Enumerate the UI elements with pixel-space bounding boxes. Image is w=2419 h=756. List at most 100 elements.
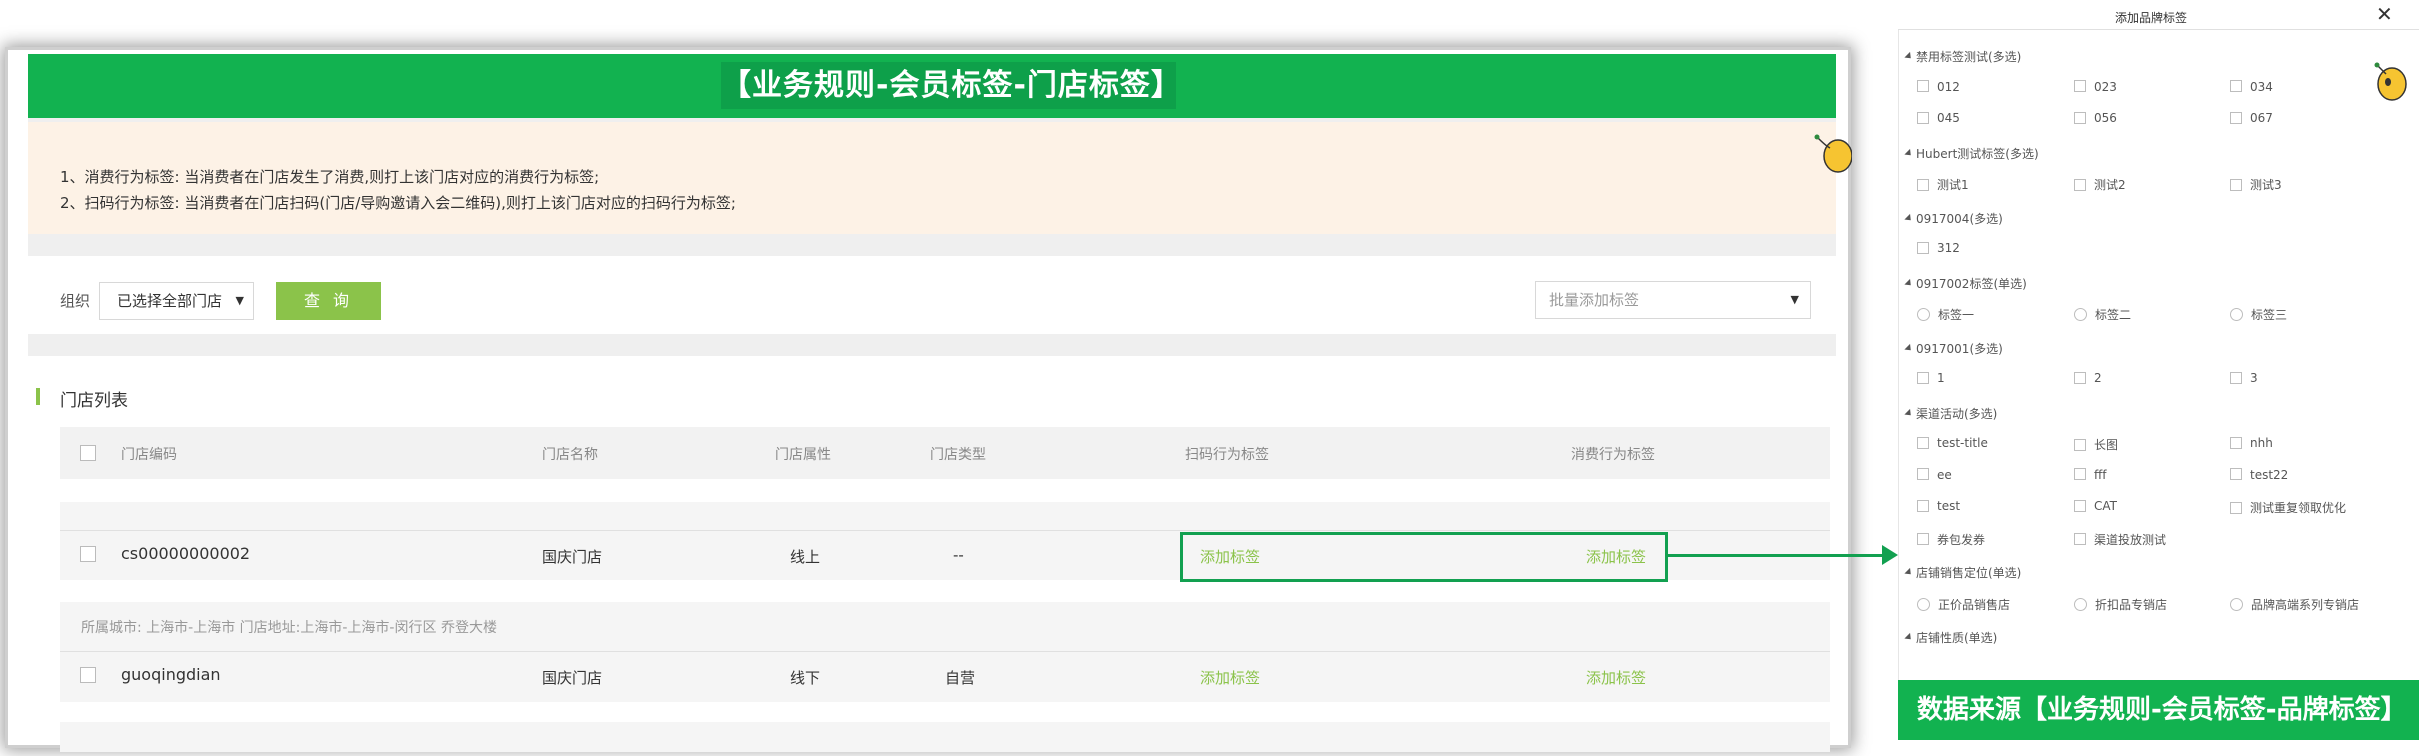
- tag-checkbox-option[interactable]: test22: [2230, 468, 2288, 482]
- tag-checkbox-option[interactable]: 023: [2074, 80, 2117, 94]
- tag-radio-option[interactable]: 标签二: [2074, 306, 2131, 323]
- tag-option-label: 034: [2250, 79, 2273, 94]
- col-consume-tag: 消费行为标签: [1571, 447, 1655, 463]
- arrow-connector: [1668, 554, 1888, 557]
- caret-down-icon: ▼: [1790, 293, 1799, 306]
- col-store-attr: 门店属性: [775, 447, 831, 463]
- tag-checkbox-option[interactable]: nhh: [2230, 436, 2273, 450]
- tag-radio-option[interactable]: 折扣品专销店: [2074, 596, 2167, 613]
- row-checkbox[interactable]: [80, 667, 96, 683]
- tag-checkbox-option[interactable]: 2: [2074, 371, 2102, 385]
- checkbox-icon[interactable]: [1917, 468, 1929, 480]
- checkbox-icon[interactable]: [2074, 371, 2086, 384]
- tag-group-label: 渠道活动(多选): [1904, 405, 1997, 422]
- select-all-checkbox[interactable]: [80, 445, 96, 461]
- add-consume-tag-link[interactable]: 添加标签: [1586, 667, 1646, 688]
- checkbox-icon[interactable]: [2230, 80, 2242, 92]
- tag-group-label: 禁用标签测试(多选): [1904, 48, 2022, 65]
- radio-icon[interactable]: [2074, 308, 2087, 321]
- tag-group-label: 店铺销售定位(单选): [1904, 564, 2021, 581]
- checkbox-icon[interactable]: [2074, 111, 2086, 124]
- checkbox-icon[interactable]: [2074, 533, 2086, 545]
- radio-icon[interactable]: [2230, 597, 2243, 611]
- tag-checkbox-option[interactable]: fff: [2074, 468, 2107, 482]
- checkbox-icon[interactable]: [2230, 501, 2242, 514]
- checkbox-icon[interactable]: [1917, 436, 1929, 449]
- tag-checkbox-option[interactable]: 056: [2074, 111, 2117, 125]
- title-banner: 【业务规则-会员标签-门店标签】: [28, 54, 1836, 118]
- checkbox-icon[interactable]: [1917, 499, 1929, 512]
- col-store-name: 门店名称: [542, 447, 598, 463]
- batch-add-tag-placeholder: 批量添加标签: [1549, 291, 1640, 309]
- checkbox-icon[interactable]: [1917, 80, 1929, 92]
- tag-checkbox-option[interactable]: 测试1: [1917, 176, 1969, 193]
- tag-checkbox-option[interactable]: 长图: [2074, 436, 2118, 453]
- row-checkbox[interactable]: [80, 546, 96, 562]
- checkbox-icon[interactable]: [1917, 241, 1929, 254]
- radio-icon[interactable]: [1917, 597, 1930, 611]
- checkbox-icon[interactable]: [2230, 111, 2242, 124]
- tag-checkbox-option[interactable]: 券包发券: [1917, 531, 1985, 548]
- checkbox-icon[interactable]: [2074, 468, 2086, 480]
- store-attr: 线上: [790, 548, 821, 566]
- tag-option-label: 1: [1937, 371, 1945, 385]
- tag-checkbox-option[interactable]: test-title: [1917, 436, 1988, 450]
- batch-add-tag-select[interactable]: 批量添加标签 ▼: [1535, 281, 1811, 319]
- tag-option-label: test-title: [1937, 436, 1988, 450]
- tag-option-label: 测试重复领取优化: [2250, 501, 2347, 515]
- store-list-title: 门店列表: [60, 391, 128, 411]
- checkbox-icon[interactable]: [1917, 178, 1929, 191]
- org-select[interactable]: 已选择全部门店 ▼: [99, 282, 254, 320]
- radio-icon[interactable]: [2230, 308, 2243, 321]
- tag-group-name: Hubert测试标签(多选): [1916, 146, 2039, 161]
- radio-icon[interactable]: [1917, 308, 1930, 321]
- tag-checkbox-option[interactable]: 312: [1917, 241, 1960, 255]
- tag-radio-option[interactable]: 正价品销售店: [1917, 596, 2010, 613]
- store-type: --: [953, 546, 964, 564]
- close-icon[interactable]: ✕: [2376, 2, 2393, 26]
- bee-mascot-icon: [2374, 62, 2407, 101]
- checkbox-icon[interactable]: [2230, 178, 2242, 191]
- tag-option-label: 056: [2094, 111, 2117, 125]
- checkbox-icon[interactable]: [1917, 533, 1929, 545]
- store-type: 自营: [945, 669, 976, 687]
- checkbox-icon[interactable]: [2074, 499, 2086, 512]
- tag-checkbox-option[interactable]: CAT: [2074, 499, 2117, 513]
- tag-checkbox-option[interactable]: 1: [1917, 371, 1945, 385]
- expand-triangle-icon: [1904, 148, 1914, 158]
- tag-radio-option[interactable]: 标签一: [1917, 306, 1974, 323]
- tag-checkbox-option[interactable]: 测试重复领取优化: [2230, 499, 2346, 516]
- tag-checkbox-option[interactable]: 034: [2230, 80, 2273, 94]
- checkbox-icon[interactable]: [2230, 436, 2242, 449]
- query-button[interactable]: 查 询: [276, 282, 381, 320]
- radio-icon[interactable]: [2074, 597, 2087, 611]
- tag-checkbox-option[interactable]: 3: [2230, 371, 2258, 385]
- tag-group-name: 0917002标签(单选): [1916, 276, 2027, 291]
- checkbox-icon[interactable]: [2074, 438, 2086, 451]
- col-scan-tag: 扫码行为标签: [1185, 447, 1269, 463]
- tag-checkbox-option[interactable]: 067: [2230, 111, 2273, 125]
- tag-group-name: 0917001(多选): [1916, 341, 2003, 356]
- tag-checkbox-option[interactable]: 测试2: [2074, 176, 2126, 193]
- tag-option-label: 标签一: [1938, 308, 1975, 322]
- row-divider: [60, 651, 1830, 652]
- checkbox-icon[interactable]: [2230, 371, 2242, 384]
- tag-option-label: 012: [1937, 79, 1960, 94]
- tag-group-name: 禁用标签测试(多选): [1916, 50, 2022, 64]
- store-meta: 所属城市: 上海市-上海市 门店地址:上海市-上海市-闵行区 乔登大楼: [81, 620, 497, 636]
- checkbox-icon[interactable]: [2230, 468, 2242, 480]
- add-scan-tag-link[interactable]: 添加标签: [1200, 667, 1260, 688]
- checkbox-icon[interactable]: [2074, 178, 2086, 191]
- tag-checkbox-option[interactable]: test: [1917, 499, 1960, 513]
- tag-radio-option[interactable]: 品牌高端系列专销店: [2230, 596, 2359, 613]
- checkbox-icon[interactable]: [1917, 111, 1929, 124]
- tag-checkbox-option[interactable]: 045: [1917, 111, 1960, 125]
- tag-checkbox-option[interactable]: 012: [1917, 80, 1960, 94]
- tag-radio-option[interactable]: 标签三: [2230, 306, 2287, 323]
- tag-checkbox-option[interactable]: 测试3: [2230, 176, 2282, 193]
- tag-checkbox-option[interactable]: ee: [1917, 468, 1952, 482]
- checkbox-icon[interactable]: [2074, 80, 2086, 92]
- checkbox-icon[interactable]: [1917, 371, 1929, 384]
- tag-checkbox-option[interactable]: 渠道投放测试: [2074, 531, 2166, 548]
- row-divider: [60, 530, 1830, 531]
